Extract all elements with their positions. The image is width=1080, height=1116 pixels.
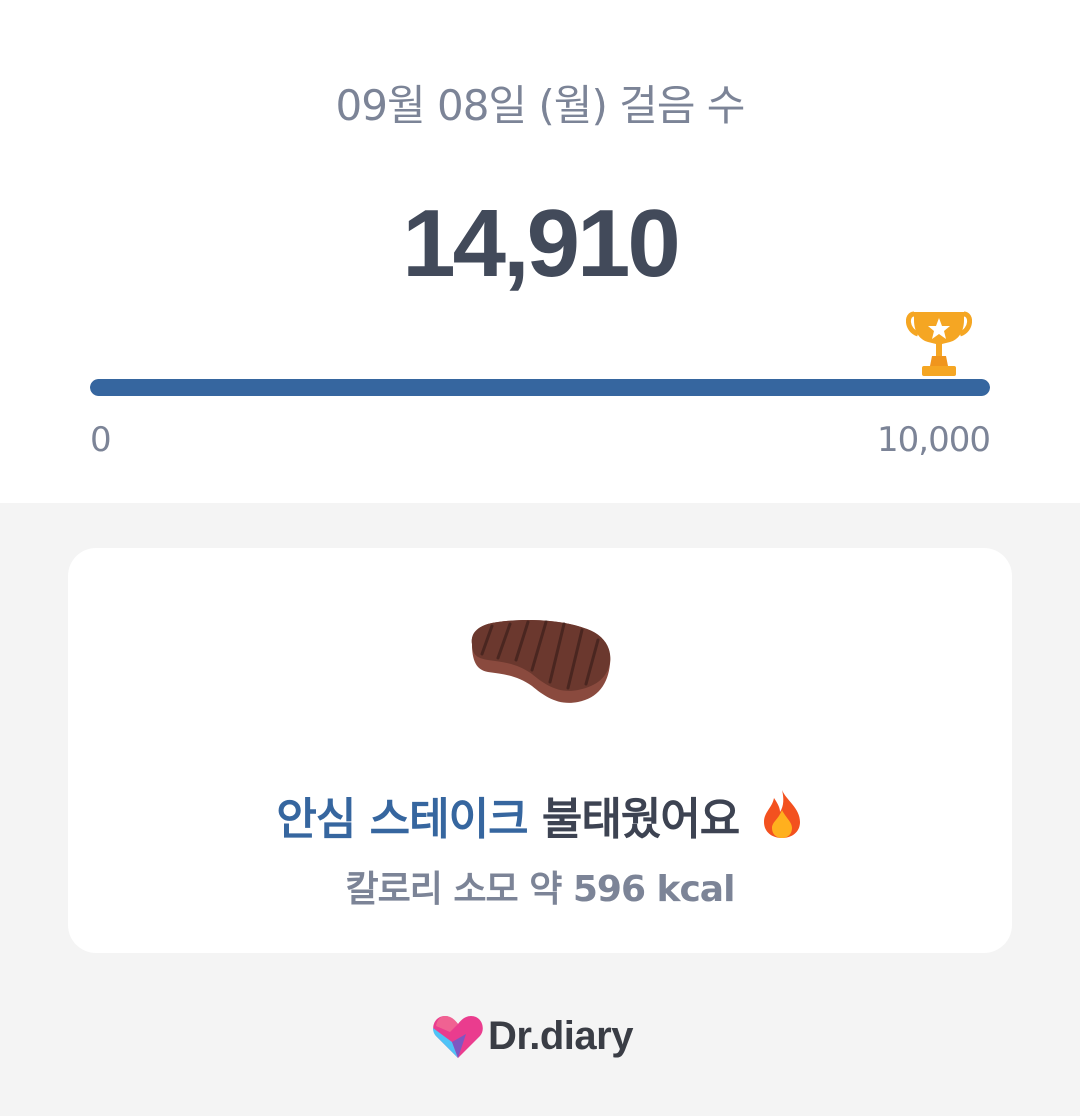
burn-text: 불태웠어요 — [541, 794, 740, 845]
progress-max-label: 10,000 — [877, 420, 991, 460]
dr-diary-logo-icon — [433, 1016, 483, 1058]
step-count: 14,910 — [402, 190, 681, 297]
brand-footer: Dr.diary — [432, 1010, 633, 1062]
calorie-burn-card: 안심 스테이크 불태웠어요 칼로리 소모 약 596 kcal — [68, 548, 1012, 953]
progress-min-label: 0 — [90, 420, 112, 460]
food-name: 안심 스테이크 — [276, 794, 528, 845]
date-title: 09월 08일 (월) 걸음 수 — [335, 81, 746, 130]
calorie-text: 칼로리 소모 약 596 kcal — [345, 869, 736, 910]
fire-icon — [763, 790, 800, 838]
burn-headline: 안심 스테이크 불태웠어요 — [68, 788, 1012, 850]
steak-icon — [471, 620, 611, 703]
trophy-icon — [906, 311, 972, 376]
step-progress-bar — [90, 379, 990, 396]
brand-name: Dr.diary — [488, 1013, 633, 1058]
step-progress-fill — [90, 379, 990, 396]
step-summary-section: 09월 08일 (월) 걸음 수 14,910 0 10,000 — [0, 0, 1080, 503]
